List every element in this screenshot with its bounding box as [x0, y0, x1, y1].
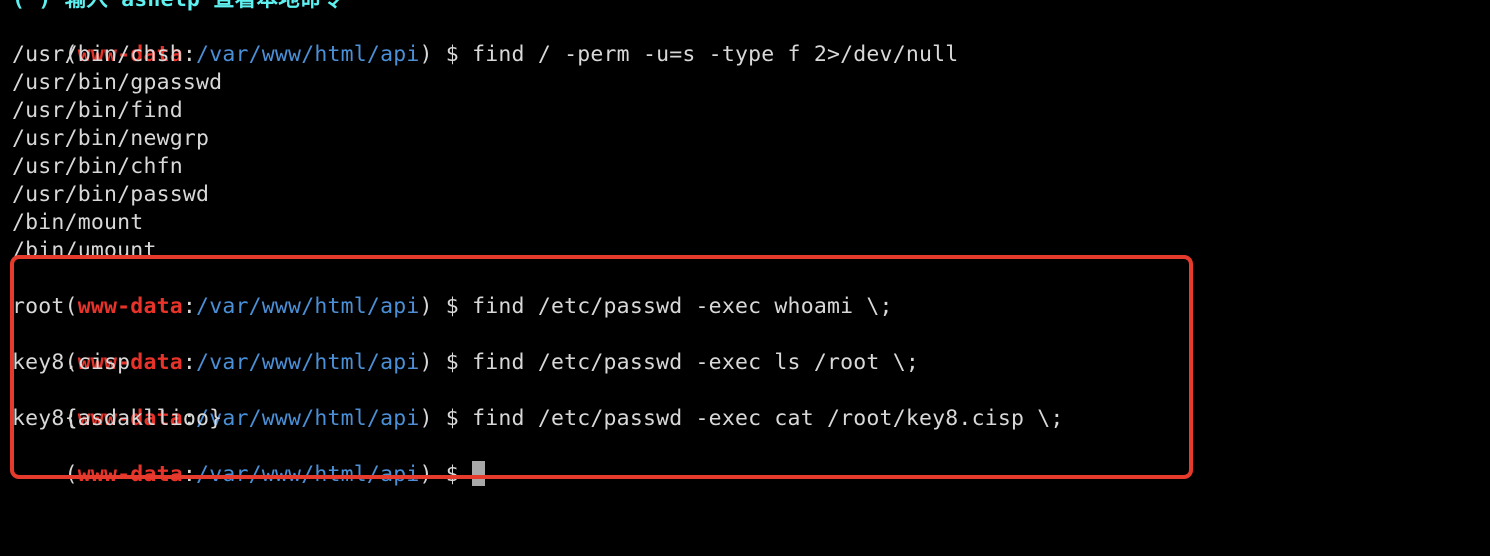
terminal-window[interactable]: (*) 输入 ashelp 查看本地命令 (www-data:/var/www/…	[0, 0, 1490, 556]
prompt-separator: :	[182, 42, 197, 67]
output-line: /usr/bin/newgrp	[12, 126, 210, 151]
prompt-paren: )	[419, 42, 433, 67]
highlight-annotation-box	[10, 255, 1193, 479]
output-line: /usr/bin/passwd	[12, 182, 210, 207]
terminal-line-command: (www-data:/var/www/html/api) $ find / -p…	[12, 13, 959, 67]
output-line: /usr/bin/find	[12, 98, 183, 123]
output-line: /usr/bin/chsh	[12, 42, 183, 67]
output-line: /usr/bin/gpasswd	[12, 70, 223, 95]
output-line: /bin/mount	[12, 210, 144, 235]
prompt-path: /var/www/html/api	[196, 42, 420, 67]
banner-text: (*) 输入 ashelp 查看本地命令	[12, 0, 343, 14]
prompt-dollar: $	[432, 42, 473, 67]
command-text: find / -perm -u=s -type f 2>/dev/null	[472, 42, 959, 67]
output-line: /usr/bin/chfn	[12, 154, 183, 179]
